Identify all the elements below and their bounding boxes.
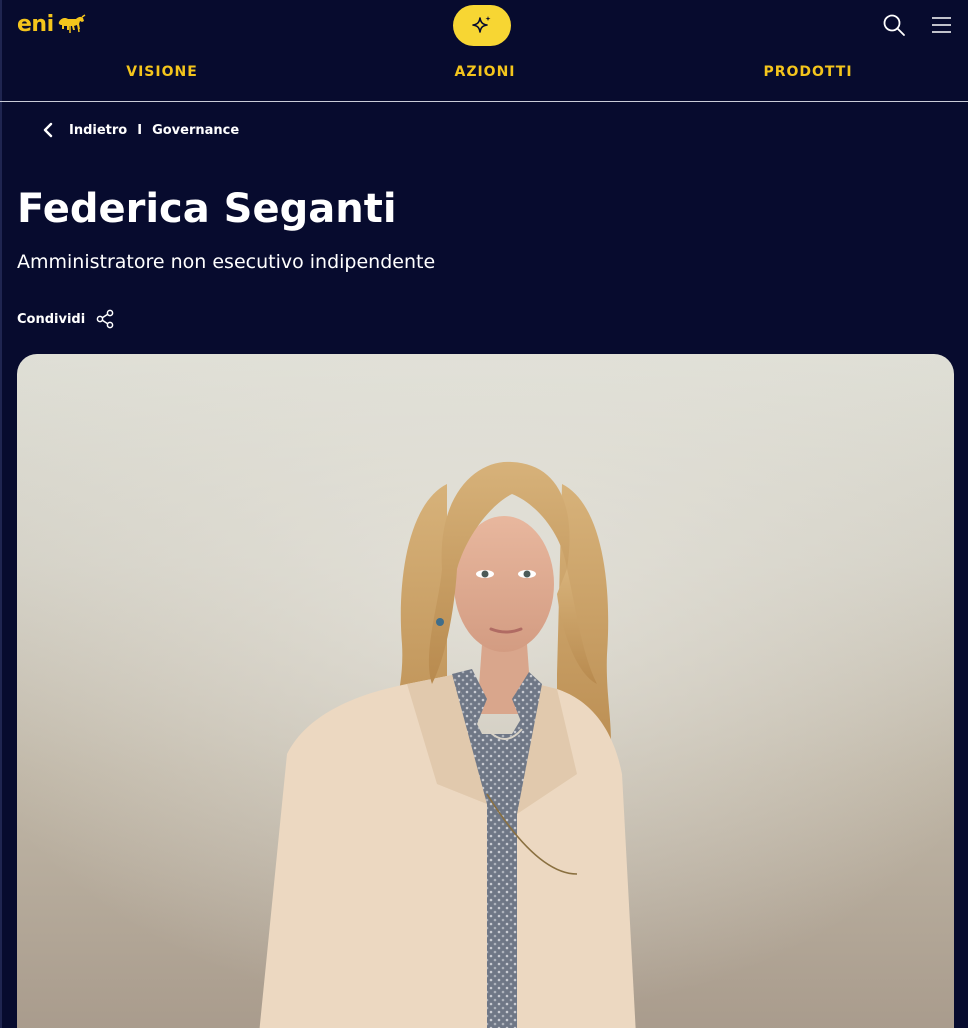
hamburger-menu-icon[interactable] — [930, 15, 952, 35]
page-title: Federica Seganti — [17, 186, 397, 232]
nav-item-prodotti[interactable]: PRODOTTI — [763, 64, 852, 80]
share-icon — [96, 309, 114, 329]
main-nav: VISIONE AZIONI PRODOTTI — [0, 64, 968, 84]
back-link[interactable]: Indietro — [69, 123, 127, 138]
search-icon[interactable] — [882, 13, 906, 37]
breadcrumb-separator: I — [137, 122, 143, 138]
site-header: eni VISIONE AZIONI PRODOTTI — [0, 0, 968, 102]
profile-photo — [17, 354, 954, 1028]
six-legged-dog-icon — [58, 13, 86, 33]
chevron-left-icon[interactable] — [42, 122, 54, 138]
breadcrumb: Indietro I Governance — [42, 121, 239, 139]
logo-wordmark: eni — [17, 12, 54, 37]
page-frame-edge — [0, 0, 2, 1028]
share-label: Condividi — [17, 311, 86, 327]
nav-item-visione[interactable]: VISIONE — [126, 64, 198, 80]
portrait-illustration — [17, 354, 954, 1028]
sparkle-icon — [472, 15, 491, 33]
eni-logo[interactable]: eni — [17, 12, 86, 37]
nav-item-azioni[interactable]: AZIONI — [454, 64, 515, 80]
breadcrumb-governance-link[interactable]: Governance — [152, 123, 239, 138]
ai-assistant-button[interactable] — [453, 5, 511, 46]
page-subtitle: Amministratore non esecutivo indipendent… — [17, 251, 436, 273]
share-button[interactable]: Condividi — [17, 309, 115, 329]
